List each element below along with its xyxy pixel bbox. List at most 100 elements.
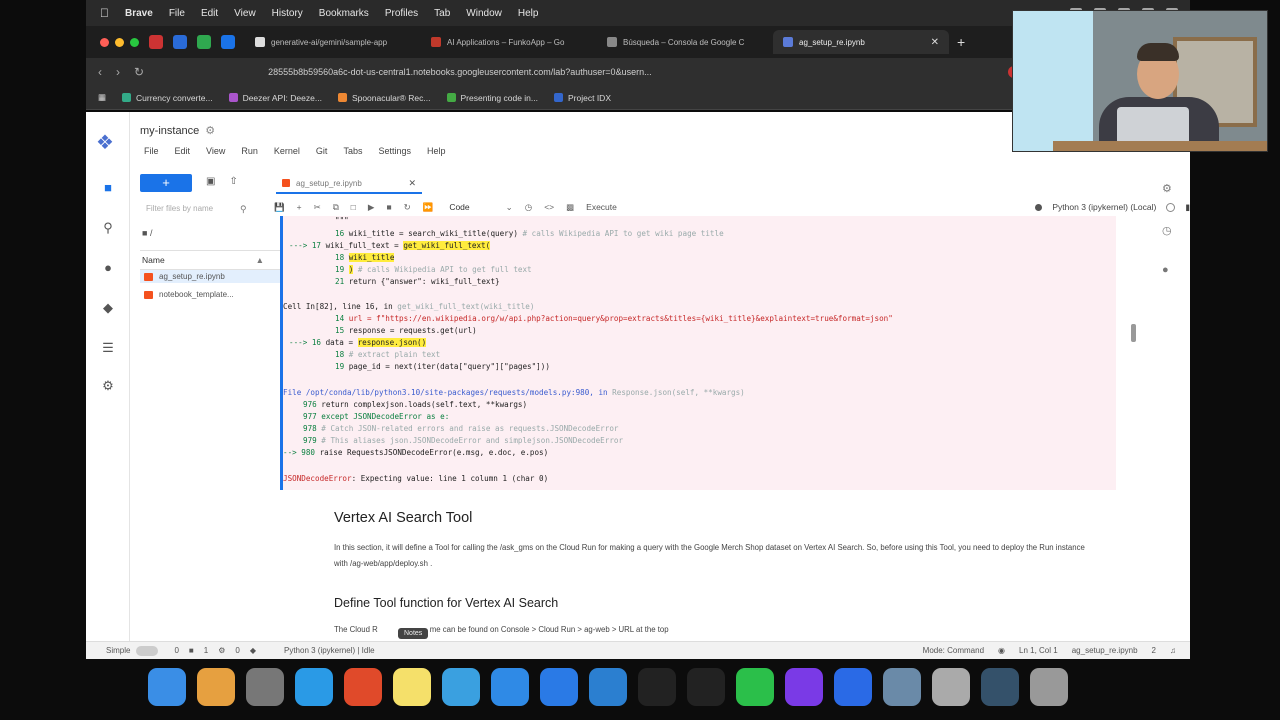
minimize-window-icon[interactable] <box>115 37 124 47</box>
kernel-name[interactable]: Python 3 (ipykernel) (Local) <box>1052 202 1156 212</box>
browser-tab[interactable]: generative-ai/gemini/sample-app <box>245 30 421 54</box>
menubar-window[interactable]: Window <box>466 8 502 19</box>
file-item[interactable]: ag_setup_re.ipynb <box>140 270 280 283</box>
stop-icon[interactable]: ■ <box>386 202 391 212</box>
upload-icon[interactable]: ⇧ <box>229 176 237 187</box>
menubar-history[interactable]: History <box>272 8 303 19</box>
cursor-position[interactable]: Ln 1, Col 1 <box>1019 646 1058 655</box>
pinned-tab-icon[interactable] <box>173 35 187 49</box>
cell-type-dropdown[interactable]: Code <box>449 202 469 212</box>
app-icon[interactable] <box>491 668 529 706</box>
filter-files-input[interactable]: Filter files by name <box>146 204 250 213</box>
bookmark[interactable]: Spoonacular® Rec... <box>337 93 431 103</box>
app-store-icon[interactable] <box>540 668 578 706</box>
menubar-edit[interactable]: Edit <box>201 8 218 19</box>
cut-icon[interactable]: ✂ <box>314 202 321 213</box>
menu-settings[interactable]: Settings <box>378 146 411 156</box>
menubar-view[interactable]: View <box>234 8 256 19</box>
close-tab-icon[interactable]: ✕ <box>931 37 939 48</box>
menubar-tab[interactable]: Tab <box>434 8 450 19</box>
preview-icon[interactable] <box>883 668 921 706</box>
menubar-app-name[interactable]: Brave <box>125 8 153 19</box>
scrollbar-thumb[interactable] <box>1131 324 1136 342</box>
extensions-icon[interactable]: ⚙ <box>100 378 116 394</box>
trash-icon[interactable] <box>1030 668 1068 706</box>
back-icon[interactable]: ‹ <box>98 65 102 79</box>
menu-tabs[interactable]: Tabs <box>343 146 362 156</box>
breadcrumb[interactable]: ■ / <box>142 228 152 238</box>
app-icon[interactable] <box>442 668 480 706</box>
git-icon[interactable]: ◆ <box>100 300 116 316</box>
bell-icon[interactable]: ♫ <box>1170 646 1176 655</box>
menu-view[interactable]: View <box>206 146 225 156</box>
notebook-tab[interactable]: ag_setup_re.ipynb ✕ <box>276 174 422 194</box>
new-tab-icon[interactable]: + <box>949 34 965 50</box>
close-tab-icon[interactable]: ✕ <box>408 178 416 189</box>
pinned-tab-icon[interactable] <box>221 35 235 49</box>
brave-icon[interactable] <box>344 668 382 706</box>
new-launcher-button[interactable]: + <box>140 174 192 192</box>
menu-help[interactable]: Help <box>427 146 446 156</box>
safari-icon[interactable] <box>295 668 333 706</box>
restart-icon[interactable]: ↻ <box>404 202 411 213</box>
copy-icon[interactable]: ⧉ <box>333 202 339 213</box>
debugger-icon[interactable]: ● <box>1162 264 1169 276</box>
simple-mode-toggle[interactable] <box>136 645 159 656</box>
browser-tab-active[interactable]: ag_setup_re.ipynb ✕ <box>773 30 949 54</box>
menu-edit[interactable]: Edit <box>175 146 191 156</box>
app-icon[interactable] <box>932 668 970 706</box>
folder-icon[interactable]: ■ <box>100 180 116 196</box>
bookmark[interactable]: Presenting code in... <box>446 93 538 103</box>
notification-count[interactable]: 2 <box>1152 646 1156 655</box>
reload-icon[interactable]: ↻ <box>134 65 144 79</box>
intellij-icon[interactable] <box>638 668 676 706</box>
gear-icon[interactable]: ⚙ <box>205 125 215 137</box>
property-inspector-icon[interactable]: ⚙ <box>1162 182 1172 195</box>
running-count[interactable]: 0 <box>235 646 239 655</box>
menubar-bookmarks[interactable]: Bookmarks <box>319 8 369 19</box>
code-icon[interactable]: <> <box>544 202 554 212</box>
finder-icon[interactable] <box>148 668 186 706</box>
menubar-profiles[interactable]: Profiles <box>385 8 418 19</box>
notes-icon[interactable] <box>393 668 431 706</box>
browser-tab[interactable]: Búsqueda – Consola de Google C <box>597 30 773 54</box>
error-output-cell[interactable]: """ 16 wiki_title = search_wiki_title(qu… <box>280 216 1116 490</box>
bookmark[interactable]: Deezer API: Deeze... <box>228 93 322 103</box>
apple-icon[interactable]:  <box>100 6 109 20</box>
pinned-tab-icon[interactable] <box>197 35 211 49</box>
launchpad-icon[interactable] <box>197 668 235 706</box>
menubar-file[interactable]: File <box>169 8 185 19</box>
new-folder-icon[interactable]: ▣ <box>206 176 215 187</box>
terminal-count[interactable]: 0 <box>174 646 178 655</box>
downloads-icon[interactable] <box>981 668 1019 706</box>
menu-file[interactable]: File <box>144 146 159 156</box>
forward-icon[interactable]: › <box>116 65 120 79</box>
save-icon[interactable]: 💾 <box>274 202 285 213</box>
browser-tab[interactable]: AI Applications – FunkoApp – Go <box>421 30 597 54</box>
bookmark-icon[interactable]: ▮ <box>1185 202 1190 213</box>
menu-git[interactable]: Git <box>316 146 328 156</box>
bookmark[interactable]: Currency converte... <box>122 93 213 103</box>
bookmark[interactable]: Project IDX <box>554 93 611 103</box>
close-window-icon[interactable] <box>100 37 109 47</box>
system-settings-icon[interactable] <box>246 668 284 706</box>
kernel-status[interactable]: Python 3 (ipykernel) | Idle <box>284 646 375 655</box>
kernel-count[interactable]: 1 <box>204 646 208 655</box>
whatsapp-icon[interactable] <box>736 668 774 706</box>
app-icon[interactable] <box>785 668 823 706</box>
gemini-icon[interactable] <box>1035 203 1043 211</box>
menu-kernel[interactable]: Kernel <box>274 146 300 156</box>
file-item[interactable]: notebook_template... <box>140 288 280 301</box>
vscode-icon[interactable] <box>589 668 627 706</box>
zoom-window-icon[interactable] <box>130 37 139 47</box>
files-column-header[interactable]: Name ▲ <box>140 250 284 270</box>
app-icon[interactable] <box>834 668 872 706</box>
apps-grid-icon[interactable]: ▦ <box>98 92 106 103</box>
run-icon[interactable]: ▶ <box>368 202 375 213</box>
insert-cell-icon[interactable]: + <box>297 202 302 212</box>
pinned-tab-icon[interactable] <box>149 35 163 49</box>
url-field[interactable]: 28555b8b59560a6c-dot-us-central1.noteboo… <box>268 67 768 77</box>
clock-icon[interactable]: ◷ <box>525 202 532 213</box>
paste-icon[interactable]: □ <box>351 202 356 212</box>
running-icon[interactable]: ● <box>100 260 116 276</box>
